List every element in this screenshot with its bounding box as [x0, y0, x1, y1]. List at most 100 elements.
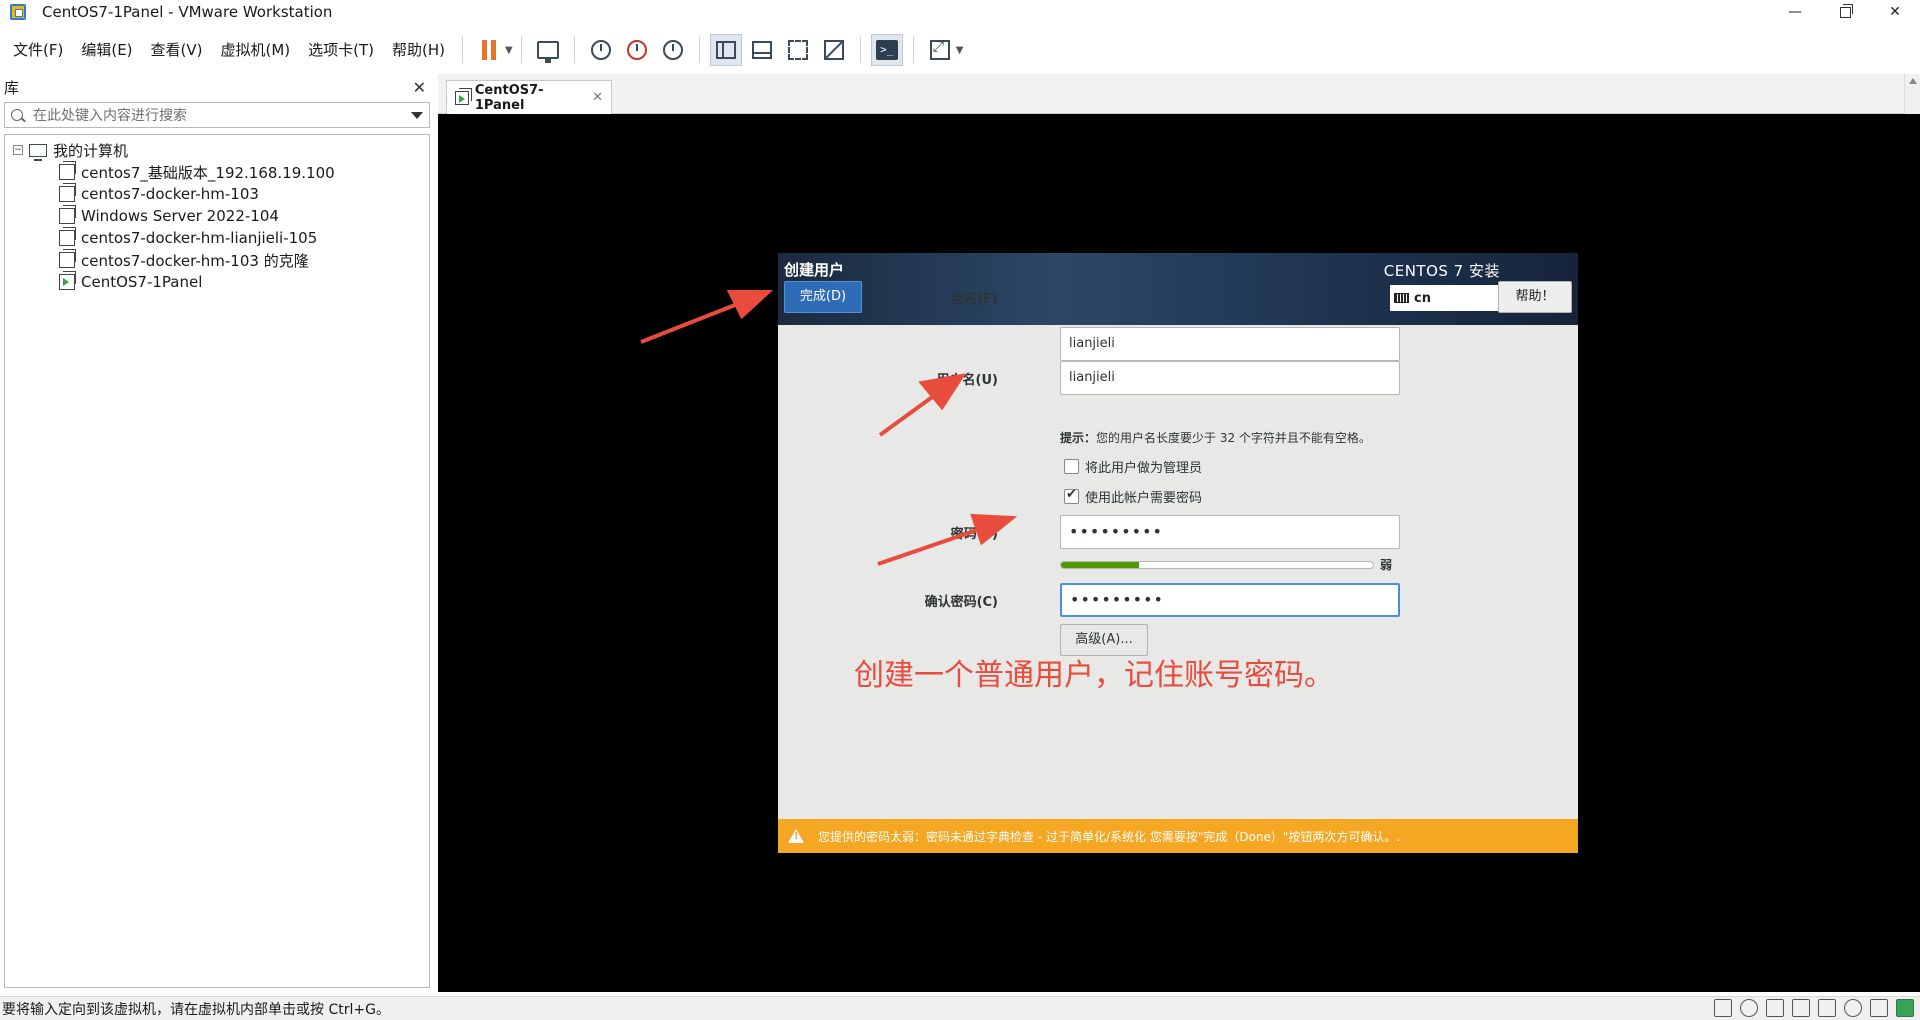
vm-icon [59, 161, 76, 180]
search-dropdown-icon[interactable] [411, 111, 423, 119]
menu-edit[interactable]: 编辑(E) [72, 36, 141, 64]
library-view-icon [715, 41, 736, 59]
tab-label: CentOS7-1Panel [474, 82, 544, 113]
printer-icon[interactable] [1844, 999, 1862, 1017]
tree-item-vm[interactable]: Windows Server 2022-104 [5, 205, 429, 227]
password-strength-fill [1061, 562, 1139, 568]
menu-file[interactable]: 文件(F) [4, 36, 72, 64]
terminal-icon: >_ [875, 40, 898, 60]
done-button[interactable]: 完成(D) [784, 281, 862, 313]
tree-item-vm-running[interactable]: CentOS7-1Panel [5, 271, 429, 293]
tree-item-vm[interactable]: centos7-docker-hm-103 [5, 183, 429, 205]
close-window-button[interactable]: ✕ [1870, 0, 1920, 24]
expand-icon [929, 39, 950, 60]
admin-checkbox[interactable] [1064, 459, 1079, 474]
require-password-checkbox[interactable] [1064, 487, 1079, 504]
menu-vm[interactable]: 虚拟机(M) [212, 36, 300, 64]
vm-label: centos7_基础版本_192.168.19.100 [81, 163, 335, 182]
search-icon [11, 109, 23, 121]
tab-close-button[interactable]: ✕ [592, 90, 603, 105]
hint-prefix: 提示： [1060, 431, 1097, 445]
vm-icon [59, 205, 76, 224]
status-message: 要将输入定向到该虚拟机，请在虚拟机内部单击或按 Ctrl+G。 [2, 1001, 390, 1018]
require-password-checkbox-row[interactable]: 使用此帐户需要密码 [1064, 487, 1202, 506]
device-status-icons [1714, 999, 1914, 1017]
vm-icon [59, 227, 76, 246]
show-library-button[interactable] [709, 34, 742, 66]
message-log-icon[interactable] [1896, 999, 1914, 1017]
username-hint: 提示：您的用户名长度要少于 32 个字符并且不能有空格。 [1060, 429, 1371, 446]
confirm-password-label: 确认密码(C) [924, 595, 998, 610]
pause-button[interactable] [473, 34, 505, 66]
tree-item-vm[interactable]: centos7_基础版本_192.168.19.100 [5, 161, 429, 183]
tab-centos7-1panel[interactable]: CentOS7-1Panel ✕ [446, 80, 612, 114]
console-view-button[interactable]: >_ [870, 34, 903, 66]
stretch-guest-button[interactable] [924, 34, 956, 66]
display-icon[interactable] [1870, 999, 1888, 1017]
hard-disk-icon[interactable] [1714, 999, 1732, 1017]
annotation-note: 创建一个普通用户，记住账号密码。 [854, 658, 1334, 693]
snapshot-manager-button[interactable] [657, 34, 689, 66]
require-password-label: 使用此帐户需要密码 [1085, 491, 1203, 506]
username-input[interactable]: lianjieli [1060, 361, 1400, 395]
snapshot-button[interactable] [585, 34, 617, 66]
tree-item-vm[interactable]: centos7-docker-hm-103 的克隆 [5, 249, 429, 271]
toolbar-separator [520, 37, 522, 63]
anaconda-create-user-screen: 创建用户 完成(D) CENTOS 7 安装 cn 帮助！ 全名(F) lian… [778, 253, 1578, 853]
menu-view[interactable]: 查看(V) [142, 36, 212, 64]
usb-icon[interactable] [1792, 999, 1810, 1017]
warning-icon [788, 829, 804, 843]
vm-label: centos7-docker-hm-lianjieli-105 [81, 229, 318, 247]
cd-dvd-icon[interactable] [1740, 999, 1758, 1017]
vm-tree: − 我的计算机 centos7_基础版本_192.168.19.100 cent… [4, 134, 430, 988]
password-strength-label: 弱 [1380, 558, 1393, 572]
toolbar-separator [859, 37, 861, 63]
tab-bar: CentOS7-1Panel ✕ [438, 74, 1920, 114]
network-adapter-icon[interactable] [1766, 999, 1784, 1017]
admin-checkbox-row[interactable]: 将此用户做为管理员 [1064, 457, 1202, 476]
menu-tabs[interactable]: 选项卡(T) [299, 36, 383, 64]
vm-running-icon [455, 87, 472, 105]
show-thumbnail-bar-button[interactable] [746, 34, 778, 66]
stretch-dropdown-icon[interactable]: ▼ [956, 45, 964, 56]
pause-icon [482, 40, 497, 60]
product-label: CENTOS 7 安装 [1383, 262, 1500, 280]
computer-icon [29, 143, 47, 161]
library-search-input[interactable]: 在此处键入内容进行搜索 [4, 102, 430, 128]
fullname-input[interactable]: lianjieli [1060, 327, 1400, 361]
fullname-label: 全名(F) [951, 292, 998, 307]
vm-label: centos7-docker-hm-103 [81, 185, 259, 203]
tree-root-label: 我的计算机 [53, 141, 129, 160]
unity-button[interactable] [818, 34, 850, 66]
keyboard-layout-indicator[interactable]: cn [1390, 285, 1498, 311]
tree-root-my-computer[interactable]: − 我的计算机 [5, 139, 429, 161]
password-strength-bar [1060, 561, 1374, 569]
window-controls: — ✕ [1770, 0, 1920, 24]
vm-label: centos7-docker-hm-103 的克隆 [81, 251, 309, 270]
toolbar-separator [462, 37, 464, 63]
tree-item-vm[interactable]: centos7-docker-hm-lianjieli-105 [5, 227, 429, 249]
revert-snapshot-icon [626, 40, 647, 60]
keyboard-icon [1394, 293, 1409, 303]
search-placeholder: 在此处键入内容进行搜索 [33, 108, 187, 124]
help-button[interactable]: 帮助！ [1498, 281, 1572, 313]
status-bar: 要将输入定向到该虚拟机，请在虚拟机内部单击或按 Ctrl+G。 [0, 996, 1920, 1020]
toolbar-separator [573, 37, 575, 63]
sound-card-icon[interactable] [1818, 999, 1836, 1017]
revert-snapshot-button[interactable] [621, 34, 653, 66]
send-ctrl-alt-del-button[interactable] [532, 34, 564, 66]
library-close-button[interactable]: ✕ [413, 78, 426, 97]
password-label: 密码(P) [950, 527, 998, 542]
collapse-icon[interactable]: − [13, 145, 23, 155]
admin-checkbox-label: 将此用户做为管理员 [1085, 461, 1203, 476]
restore-button[interactable] [1820, 0, 1870, 24]
pause-dropdown-icon[interactable]: ▼ [505, 45, 513, 56]
minimize-button[interactable]: — [1770, 0, 1820, 24]
confirm-password-input[interactable]: ••••••••• [1060, 583, 1400, 617]
send-keys-icon [536, 41, 559, 63]
menu-help[interactable]: 帮助(H) [383, 36, 454, 64]
fullscreen-button[interactable] [782, 34, 814, 66]
password-input[interactable]: ••••••••• [1060, 515, 1400, 549]
vm-running-icon [59, 271, 76, 290]
warning-text: 您提供的密码太弱：密码未通过字典检查 - 过于简单化/系统化 您需要按"完成（D… [818, 829, 1401, 844]
